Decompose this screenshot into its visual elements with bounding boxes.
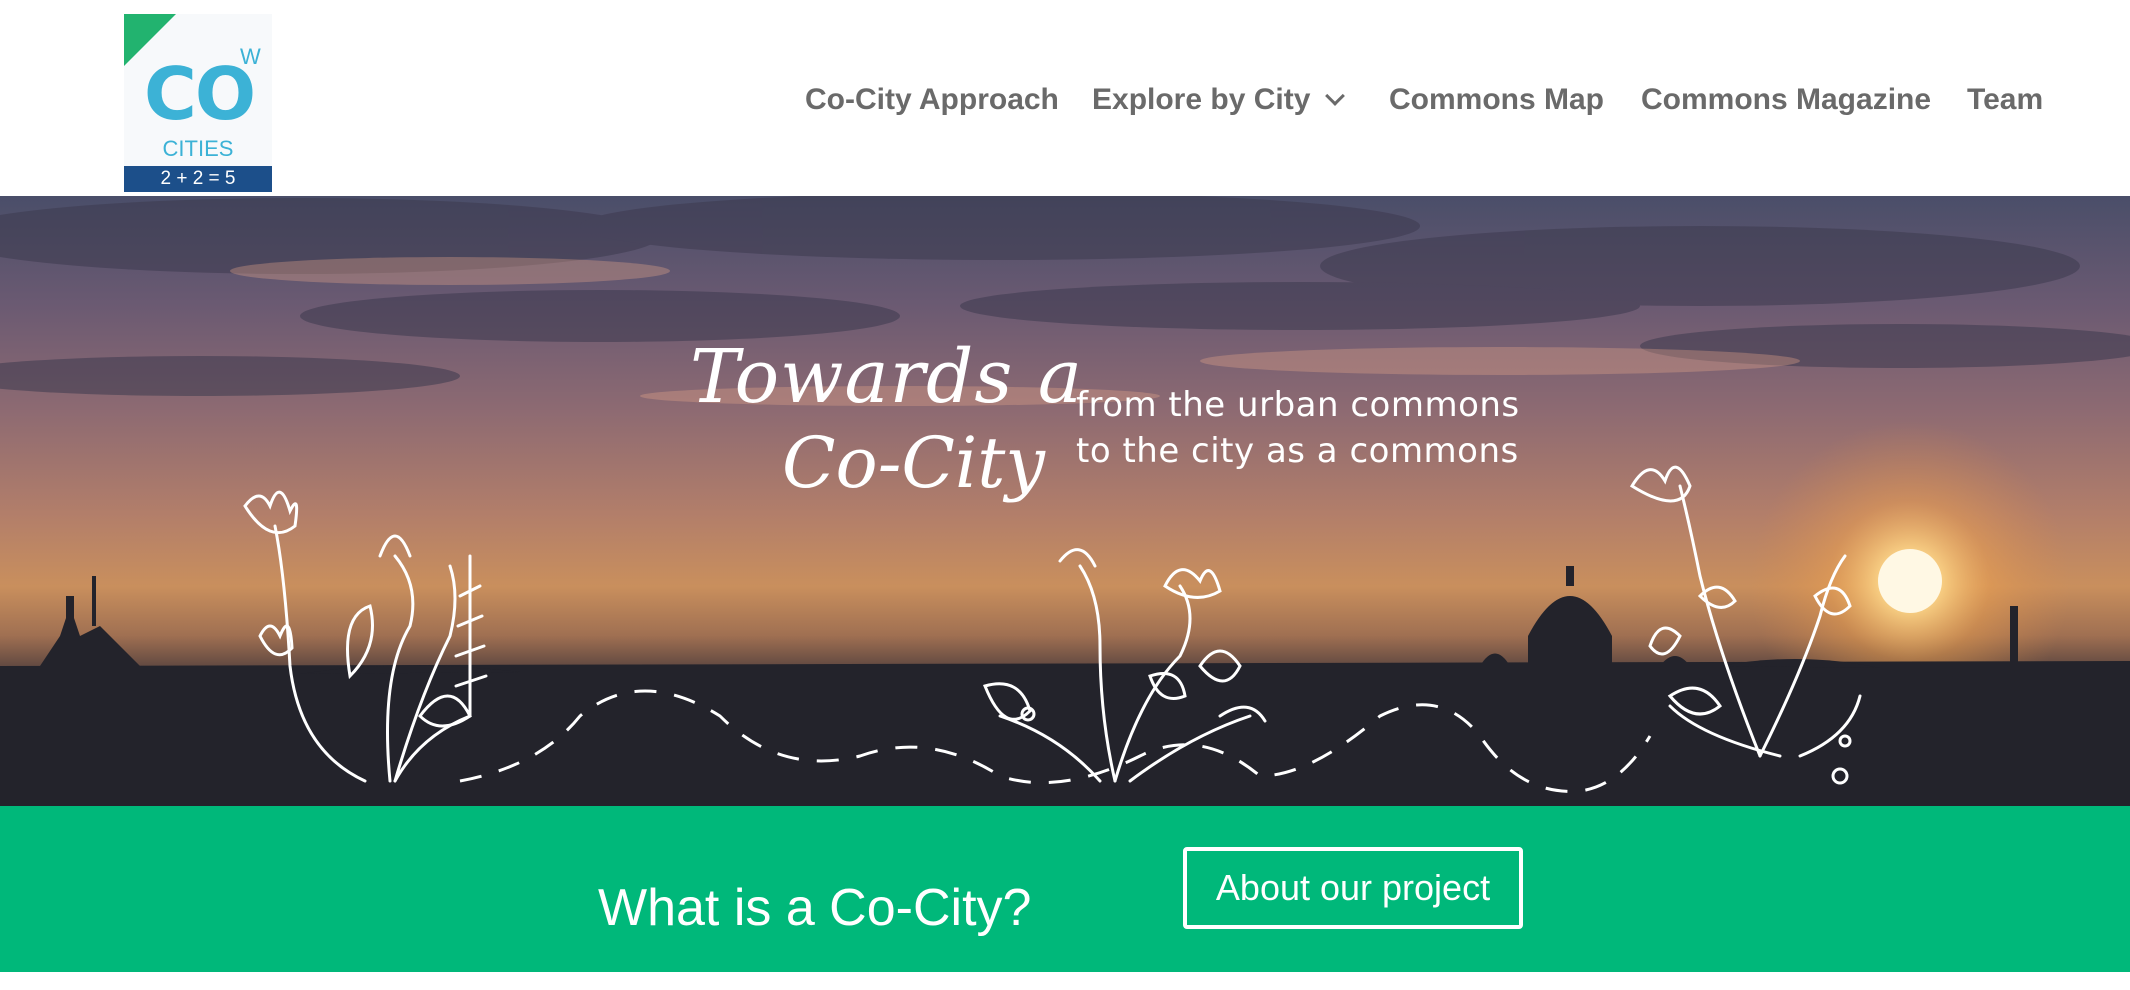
nav-team[interactable]: Team (1967, 78, 2043, 122)
nav-co-city-approach[interactable]: Co-City Approach (805, 78, 1059, 122)
site-logo[interactable]: CO W CITIES 2 + 2 = 5 (124, 14, 272, 192)
cta-title: What is a Co-City? (598, 879, 1032, 937)
hero-tagline: from the urban commons to the city as a … (1076, 382, 1520, 474)
tagline-line-2: to the city as a commons (1076, 431, 1519, 471)
hero-script-line-2: Co-City (782, 422, 1045, 504)
tagline-line-1: from the urban commons (1076, 385, 1520, 425)
nav-label: Co-City Approach (805, 83, 1059, 116)
cta-band: What is a Co-City? About our project (0, 806, 2130, 972)
logo-cities-text: CITIES (162, 136, 234, 161)
nav-commons-magazine[interactable]: Commons Magazine (1641, 78, 1931, 122)
logo-superscript: W (240, 44, 261, 69)
hero-illustration (0, 196, 2130, 806)
nav-label: Team (1967, 83, 2044, 116)
nav-label: Commons Magazine (1641, 83, 1932, 116)
site-header: CO W CITIES 2 + 2 = 5 Co-City Approach E… (0, 0, 2130, 196)
hero-banner: Towards a Co-City from the urban commons… (0, 196, 2130, 806)
about-project-button[interactable]: About our project (1183, 847, 1523, 929)
nav-commons-map[interactable]: Commons Map (1389, 78, 1604, 122)
nav-label: Commons Map (1389, 83, 1605, 116)
hero-script-line-1: Towards a (690, 334, 1083, 420)
nav-explore-by-city[interactable]: Explore by City (1092, 78, 1346, 122)
nav-label: Explore by City (1092, 83, 1311, 116)
chevron-down-icon (1325, 86, 1346, 106)
logo-letters: CO (144, 52, 256, 136)
logo-equation: 2 + 2 = 5 (124, 166, 272, 192)
